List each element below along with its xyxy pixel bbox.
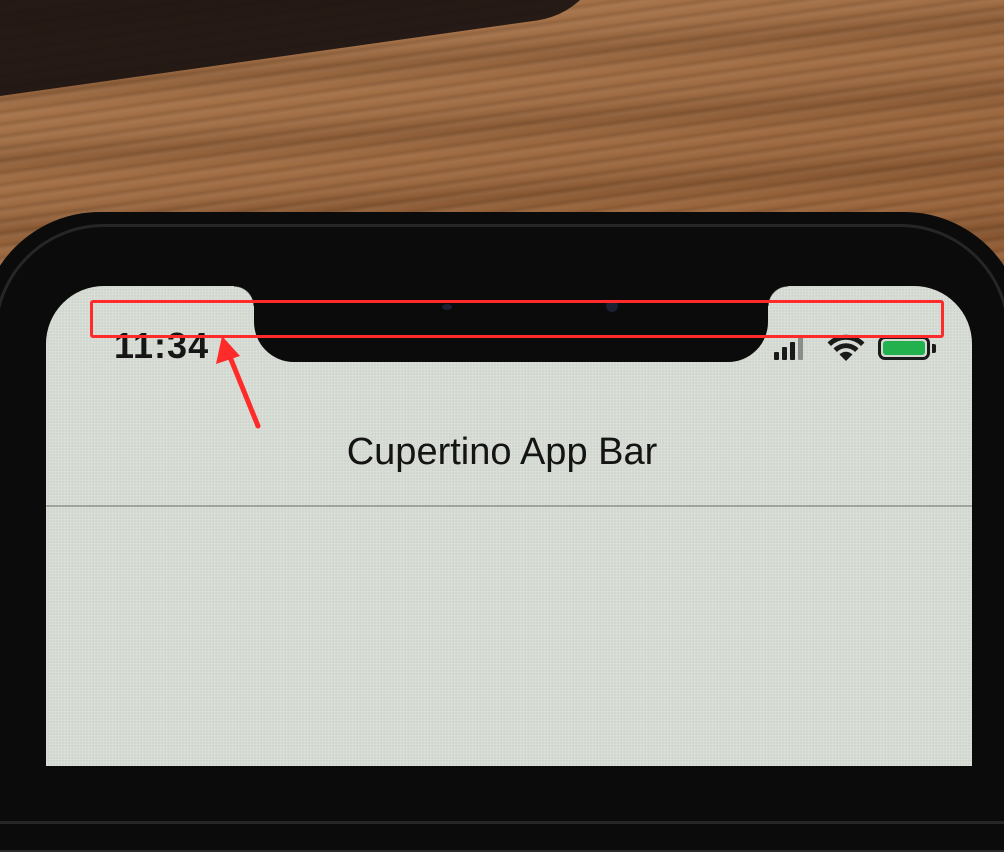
arrow-icon	[216, 336, 261, 429]
cellular-signal-icon	[774, 336, 804, 360]
battery-tip	[932, 344, 936, 353]
battery-icon	[878, 336, 930, 360]
battery-level	[883, 341, 925, 355]
wifi-icon	[827, 334, 865, 361]
app-bar-divider	[46, 505, 972, 507]
app-bar-title: Cupertino App Bar	[346, 431, 658, 473]
highlight-box	[90, 300, 944, 338]
